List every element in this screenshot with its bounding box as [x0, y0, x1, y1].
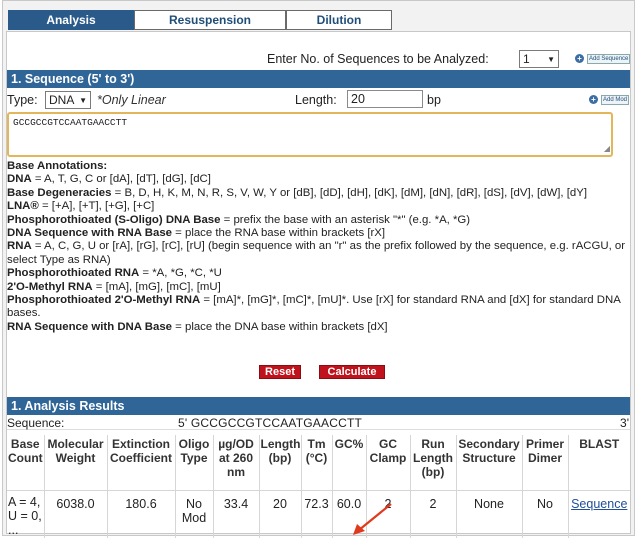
action-buttons: Reset Calculate — [7, 365, 630, 379]
table-cell: 180.6 — [107, 490, 176, 538]
results-table: Base Count Molecular Weight Extinction C… — [7, 435, 630, 538]
type-row: Type: DNA ▼ *Only Linear Length: 20 bp +… — [7, 89, 630, 111]
length-label: Length: — [295, 93, 337, 107]
reset-button[interactable]: Reset — [259, 365, 301, 379]
length-unit: bp — [427, 93, 441, 107]
annotation-value: = place the RNA base within brackets [rX… — [172, 227, 386, 240]
results-sequence-row: Sequence: 5' GCCGCCGTCCAATGAACCTT 3' — [7, 415, 630, 430]
table-header-row: Base Count Molecular Weight Extinction C… — [7, 435, 630, 491]
sequence-textarea[interactable]: GCCGCCGTCCAATGAACCTT ◢ — [7, 112, 613, 157]
gc-percent-cell: 60.0 — [332, 490, 367, 538]
table-row: A = 4, U = 0, ... 6038.0 180.6 No Mod 33… — [7, 490, 630, 538]
column-header: Oligo Type — [175, 435, 214, 491]
column-header: Molecular Weight — [44, 435, 108, 491]
annotation-key: RNA Sequence with DNA Base — [7, 320, 172, 333]
column-header: BLAST — [568, 435, 630, 491]
base-count-cell: A = 4, U = 0, ... — [7, 490, 45, 538]
column-header: µg/OD at 260 nm — [213, 435, 260, 491]
sequence-section-header: 1. Sequence (5' to 3') — [7, 70, 630, 88]
add-sequence-button[interactable]: Add Sequence — [587, 54, 631, 64]
column-header: Length (bp) — [259, 435, 302, 491]
add-modification-button[interactable]: Add Mod — [601, 95, 630, 105]
column-header: GC Clamp — [366, 435, 411, 491]
annotation-key: DNA — [7, 173, 32, 186]
tab-resuspension[interactable]: Resuspension — [134, 10, 286, 30]
annotation-key: Phosphorothioated 2'O-Methyl RNA — [7, 294, 201, 307]
tab-bar: Analysis Resuspension Dilution — [8, 10, 392, 32]
tab-analysis[interactable]: Analysis — [8, 10, 134, 30]
results-sequence-end: 3' — [620, 416, 629, 430]
analysis-panel: Enter No. of Sequences to be Analyzed: 1… — [6, 31, 631, 538]
annotation-key: 2'O-Methyl RNA — [7, 280, 93, 293]
annotation-key: Phosphorothioated RNA — [7, 267, 140, 280]
calculate-button[interactable]: Calculate — [319, 365, 385, 379]
sequence-text: GCCGCCGTCCAATGAACCTT — [13, 117, 128, 128]
table-cell: 2 — [410, 490, 457, 538]
table-cell: No Mod — [175, 490, 214, 538]
annotation-value: = B, D, H, K, M, N, R, S, V, W, Y or [dB… — [111, 186, 587, 199]
annotation-value: = prefix the base with an asterisk "*" (… — [220, 213, 471, 226]
table-cell: 20 — [259, 490, 302, 538]
column-header: GC% — [332, 435, 367, 491]
blast-sequence-link[interactable]: Sequence — [568, 490, 630, 538]
annotation-value: = *A, *G, *C, *U — [139, 267, 222, 280]
annotation-value: = [mA], [mG], [mC], [mU] — [92, 280, 221, 293]
annotation-key: Base Degeneracies — [7, 186, 112, 199]
table-cell: 72.3 — [301, 490, 333, 538]
annotation-value: = A, C, G, U or [rA], [rG], [rC], [rU] (… — [7, 240, 626, 266]
sequence-count-select[interactable]: 1 ▼ — [519, 50, 559, 68]
tab-dilution[interactable]: Dilution — [286, 10, 392, 30]
sequence-count-label: Enter No. of Sequences to be Analyzed: — [267, 52, 489, 66]
annotation-value: = [+A], [+T], [+G], [+C] — [38, 200, 155, 213]
table-cell: None — [456, 490, 523, 538]
annotations-title: Base Annotations: — [7, 160, 108, 172]
plus-circle-icon[interactable]: + — [575, 54, 584, 63]
results-sequence-label: Sequence: — [7, 416, 65, 430]
type-label: Type: — [7, 93, 38, 107]
base-annotations: Base Annotations: DNA = A, T, G, C or [d… — [7, 160, 627, 334]
annotation-value: = A, T, G, C or [dA], [dT], [dG], [dC] — [31, 173, 211, 186]
type-select[interactable]: DNA ▼ — [45, 91, 91, 109]
resize-handle-icon[interactable]: ◢ — [604, 144, 610, 154]
linear-note: *Only Linear — [97, 93, 166, 107]
table-cell: No — [522, 490, 569, 538]
annotation-value: = place the DNA base within brackets [dX… — [172, 320, 388, 333]
sequence-count-value: 1 — [523, 52, 530, 66]
table-cell: 2 — [366, 490, 411, 538]
table-cell: 6038.0 — [44, 490, 108, 538]
results-section-header: 1. Analysis Results — [7, 397, 630, 415]
dropdown-arrow-icon: ▼ — [547, 54, 555, 64]
dropdown-arrow-icon: ▼ — [79, 95, 87, 105]
column-header: Base Count — [7, 435, 45, 491]
annotation-key: RNA — [7, 240, 32, 253]
table-cell: 33.4 — [213, 490, 260, 538]
column-header: Extinction Coefficient — [107, 435, 176, 491]
column-header: Run Length (bp) — [410, 435, 457, 491]
column-header: Secondary Structure — [456, 435, 523, 491]
annotation-key: DNA Sequence with RNA Base — [7, 227, 172, 240]
column-header: Tm (°C) — [301, 435, 333, 491]
annotation-key: Phosphorothioated (S-Oligo) DNA Base — [7, 213, 221, 226]
sequence-count-row: Enter No. of Sequences to be Analyzed: 1… — [7, 49, 631, 69]
plus-circle-icon[interactable]: + — [589, 95, 598, 104]
length-field[interactable]: 20 — [347, 90, 423, 108]
type-value: DNA — [49, 93, 75, 107]
results-sequence-value: 5' GCCGCCGTCCAATGAACCTT — [178, 416, 363, 430]
annotation-key: LNA® — [7, 200, 39, 213]
column-header: Primer Dimer — [522, 435, 569, 491]
